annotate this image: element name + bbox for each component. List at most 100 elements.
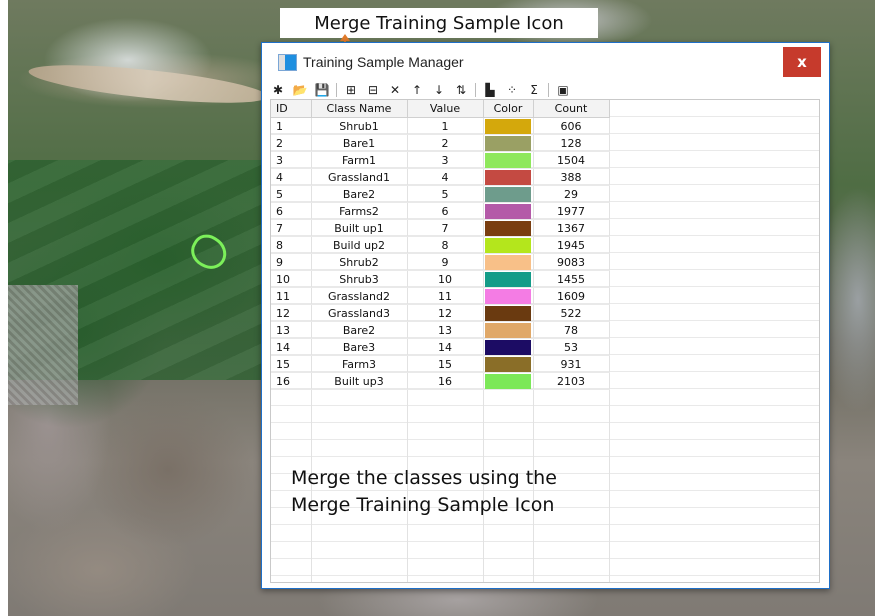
table-row[interactable]: 13 Bare2 13 78 — [271, 321, 610, 339]
save-icon[interactable]: 💾 — [314, 82, 330, 98]
cell-class-name: Farm1 — [311, 151, 408, 169]
merge-training-sample-icon[interactable]: ⊞ — [343, 82, 359, 98]
column-header-id[interactable]: ID — [271, 100, 312, 118]
river-feature — [27, 57, 269, 111]
color-swatch[interactable] — [485, 254, 531, 270]
cell-value: 3 — [407, 151, 484, 169]
cell-class-name: Farms2 — [311, 202, 408, 220]
column-header-class-name[interactable]: Class Name — [311, 100, 408, 118]
table-row[interactable]: 11 Grassland2 11 1609 — [271, 287, 610, 305]
window-title: Training Sample Manager — [303, 54, 464, 70]
cell-color — [483, 219, 534, 237]
open-folder-icon[interactable]: 📂 — [292, 82, 308, 98]
table-row[interactable]: 2 Bare1 2 128 — [271, 134, 610, 152]
cell-count: 1977 — [533, 202, 610, 220]
table-row[interactable]: 7 Built up1 7 1367 — [271, 219, 610, 237]
cell-id: 13 — [271, 321, 312, 339]
cell-id: 14 — [271, 338, 312, 356]
cell-id: 3 — [271, 151, 312, 169]
color-swatch[interactable] — [485, 373, 531, 389]
evaluate-icon[interactable]: ▣ — [555, 82, 571, 98]
cell-color — [483, 355, 534, 373]
cell-color — [483, 287, 534, 305]
table-row[interactable]: 6 Farms2 6 1977 — [271, 202, 610, 220]
color-swatch[interactable] — [485, 135, 531, 151]
cell-value: 15 — [407, 355, 484, 373]
close-button[interactable]: x — [783, 47, 821, 77]
cell-color — [483, 304, 534, 322]
table-row[interactable]: 15 Farm3 15 931 — [271, 355, 610, 373]
cell-class-name: Built up1 — [311, 219, 408, 237]
table-row[interactable]: 14 Bare3 14 53 — [271, 338, 610, 356]
cell-count: 2103 — [533, 372, 610, 390]
color-swatch[interactable] — [485, 271, 531, 287]
table-row[interactable]: 8 Build up2 8 1945 — [271, 236, 610, 254]
color-swatch[interactable] — [485, 339, 531, 355]
color-swatch[interactable] — [485, 203, 531, 219]
table-row[interactable]: 10 Shrub3 10 1455 — [271, 270, 610, 288]
table-row[interactable]: 1 Shrub1 1 606 — [271, 117, 610, 135]
cell-count: 1945 — [533, 236, 610, 254]
cell-id: 9 — [271, 253, 312, 271]
cell-count: 128 — [533, 134, 610, 152]
cell-count: 1609 — [533, 287, 610, 305]
toolbar: ✱ 📂 💾 ⊞ ⊟ ✕ ↑ ↓ ⇅ ▙ ⁘ Σ ▣ — [270, 81, 680, 99]
color-swatch[interactable] — [485, 322, 531, 338]
cell-value: 1 — [407, 117, 484, 135]
cell-value: 2 — [407, 134, 484, 152]
table-row[interactable]: 12 Grassland3 12 522 — [271, 304, 610, 322]
statistics-icon[interactable]: Σ — [526, 82, 542, 98]
cell-value: 11 — [407, 287, 484, 305]
cell-class-name: Grassland3 — [311, 304, 408, 322]
cell-id: 15 — [271, 355, 312, 373]
new-sample-icon[interactable]: ✱ — [270, 82, 286, 98]
cell-class-name: Bare2 — [311, 321, 408, 339]
cell-color — [483, 270, 534, 288]
instruction-note: Merge the classes using the Merge Traini… — [291, 465, 621, 519]
column-header-value[interactable]: Value — [407, 100, 484, 118]
cell-value: 16 — [407, 372, 484, 390]
cell-class-name: Grassland2 — [311, 287, 408, 305]
title-bar[interactable]: Training Sample Manager x — [262, 43, 829, 81]
color-swatch[interactable] — [485, 186, 531, 202]
cell-count: 78 — [533, 321, 610, 339]
color-swatch[interactable] — [485, 118, 531, 134]
class-table: ID Class Name Value Color Count 1 Shrub1 1… — [271, 100, 610, 390]
move-down-icon[interactable]: ↓ — [431, 82, 447, 98]
color-swatch[interactable] — [485, 305, 531, 321]
table-row[interactable]: 5 Bare2 5 29 — [271, 185, 610, 203]
color-swatch[interactable] — [485, 288, 531, 304]
cell-id: 7 — [271, 219, 312, 237]
cell-count: 1367 — [533, 219, 610, 237]
table-row[interactable]: 16 Built up3 16 2103 — [271, 372, 610, 390]
color-swatch[interactable] — [485, 152, 531, 168]
window-app-icon — [278, 53, 297, 71]
table-row[interactable]: 4 Grassland1 4 388 — [271, 168, 610, 186]
cell-color — [483, 372, 534, 390]
table-row[interactable]: 9 Shrub2 9 9083 — [271, 253, 610, 271]
split-training-sample-icon[interactable]: ⊟ — [365, 82, 381, 98]
cell-value: 4 — [407, 168, 484, 186]
cell-class-name: Shrub1 — [311, 117, 408, 135]
color-swatch[interactable] — [485, 169, 531, 185]
cell-class-name: Shrub3 — [311, 270, 408, 288]
cell-id: 11 — [271, 287, 312, 305]
cell-id: 10 — [271, 270, 312, 288]
histogram-icon[interactable]: ▙ — [482, 82, 498, 98]
color-swatch[interactable] — [485, 220, 531, 236]
sample-grid: ID Class Name Value Color Count 1 Shrub1 1… — [270, 99, 820, 583]
color-swatch[interactable] — [485, 356, 531, 372]
cell-value: 5 — [407, 185, 484, 203]
cell-class-name: Built up3 — [311, 372, 408, 390]
move-up-icon[interactable]: ↑ — [409, 82, 425, 98]
sort-icon[interactable]: ⇅ — [453, 82, 469, 98]
color-swatch[interactable] — [485, 237, 531, 253]
column-header-color[interactable]: Color — [483, 100, 534, 118]
column-header-count[interactable]: Count — [533, 100, 610, 118]
table-row[interactable]: 3 Farm1 3 1504 — [271, 151, 610, 169]
cell-id: 12 — [271, 304, 312, 322]
delete-icon[interactable]: ✕ — [387, 82, 403, 98]
cell-color — [483, 253, 534, 271]
scatterplot-icon[interactable]: ⁘ — [504, 82, 520, 98]
cell-count: 1504 — [533, 151, 610, 169]
